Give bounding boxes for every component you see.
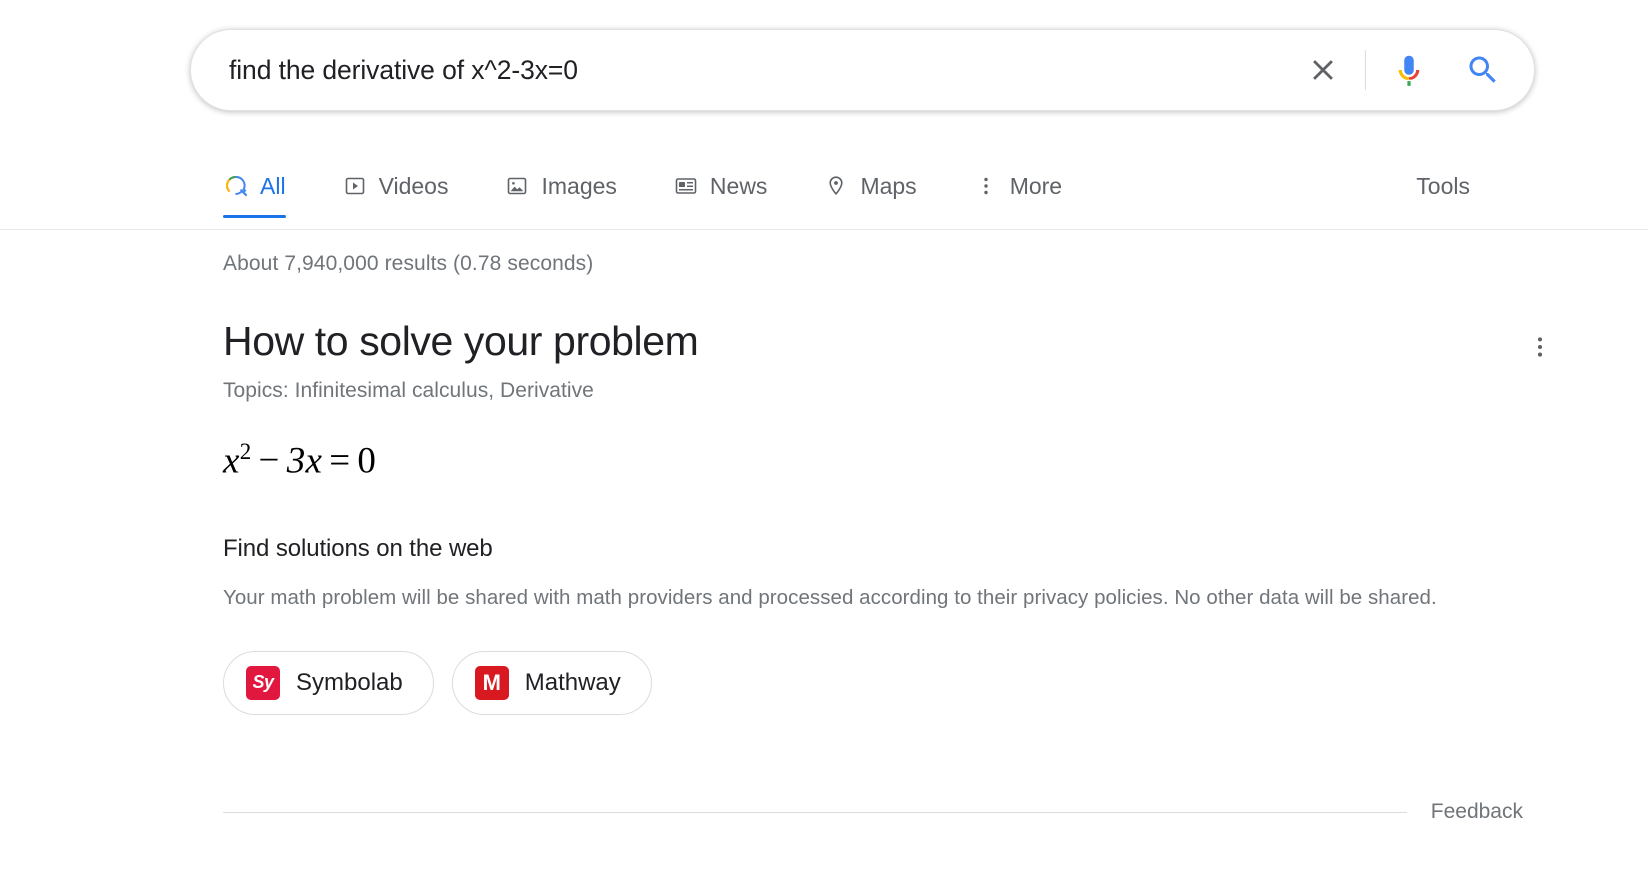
math-equation: x2−3x=0 [223,439,1523,482]
search-bar-container [190,29,1535,111]
footer: Feedback [223,800,1523,824]
newspaper-icon [673,173,699,199]
more-vertical-icon [1527,334,1553,360]
provider-label: Mathway [525,669,621,697]
tab-images[interactable]: Images [504,155,638,217]
search-icon [1465,52,1501,88]
search-colored-icon [223,173,249,199]
section-heading-find-solutions: Find solutions on the web [223,535,1523,563]
feedback-link[interactable]: Feedback [1431,800,1523,824]
result-stats: About 7,940,000 results (0.78 seconds) [223,230,1523,276]
tools-label: Tools [1416,173,1470,200]
tab-more[interactable]: More [973,155,1084,217]
close-icon [1306,53,1340,87]
symbolab-logo-icon: Sy [246,666,280,700]
tab-label: Maps [860,173,916,200]
provider-chip-symbolab[interactable]: Sy Symbolab [223,651,434,715]
search-results-content: About 7,940,000 results (0.78 seconds) H… [223,230,1523,715]
tab-news[interactable]: News [673,155,790,217]
equation-term: 3x [287,440,323,481]
google-search-results-page: All Videos [0,0,1648,882]
search-tabs: All Videos [223,155,1118,230]
provider-chip-list: Sy Symbolab M Mathway [223,651,1523,715]
searchbar-divider [1365,50,1366,90]
tab-label: All [260,173,286,200]
search-bar[interactable] [190,29,1535,111]
card-options-button[interactable] [1517,324,1563,370]
provider-label: Symbolab [296,669,403,697]
equation-exponent: 2 [240,439,252,464]
equation-rhs: 0 [357,440,376,481]
video-icon [342,173,368,199]
tab-label: News [710,173,768,200]
search-tab-bar: All Videos [0,155,1648,230]
search-input[interactable] [229,55,1299,86]
page-title: How to solve your problem [223,318,1523,365]
provider-chip-mathway[interactable]: M Mathway [452,651,652,715]
tab-label: Images [541,173,616,200]
privacy-disclaimer: Your math problem will be shared with ma… [223,583,1523,612]
tab-label: Videos [379,173,449,200]
tab-videos[interactable]: Videos [342,155,471,217]
equation-variable: x [223,440,240,481]
footer-divider [223,812,1407,813]
equation-minus: − [259,440,280,481]
equation-equals: = [329,440,350,481]
image-icon [504,173,530,199]
tab-label: More [1010,173,1062,200]
map-pin-icon [823,173,849,199]
search-submit-button[interactable] [1458,45,1508,95]
voice-search-button[interactable] [1384,45,1434,95]
tab-maps[interactable]: Maps [823,155,938,217]
clear-search-button[interactable] [1299,46,1347,94]
more-vertical-icon [973,173,999,199]
mathway-logo-icon: M [475,666,509,700]
math-solver-card: How to solve your problem Topics: Infini… [223,318,1523,715]
microphone-icon [1390,51,1428,89]
card-topics: Topics: Infinitesimal calculus, Derivati… [223,379,1523,403]
tools-button[interactable]: Tools [1416,155,1470,217]
tab-all[interactable]: All [223,155,308,217]
